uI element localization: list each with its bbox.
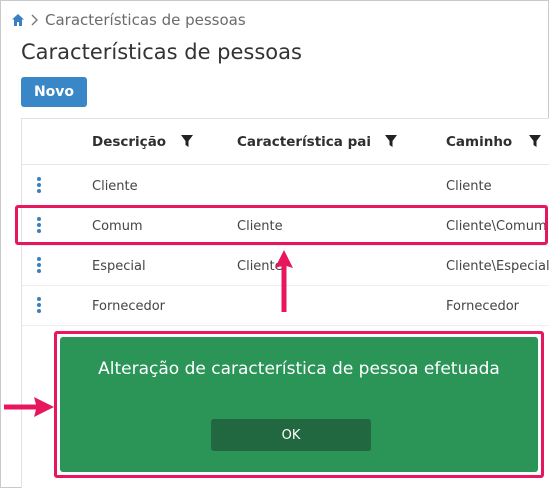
- column-header-caracteristica-pai[interactable]: Característica pai: [237, 119, 371, 165]
- cell-descricao: Cliente: [92, 178, 138, 194]
- success-toast: Alteração de característica de pessoa ef…: [60, 337, 538, 472]
- grid-header: Descrição Característica pai Caminho: [22, 119, 549, 165]
- chevron-right-icon: [31, 14, 38, 26]
- home-icon[interactable]: [11, 13, 25, 27]
- new-button[interactable]: Novo: [21, 77, 87, 107]
- ok-button[interactable]: OK: [211, 419, 371, 451]
- column-header-descricao[interactable]: Descrição: [92, 119, 166, 165]
- cell-descricao: Especial: [92, 258, 146, 274]
- cell-caminho: Cliente\Especial: [446, 258, 549, 274]
- arrow-up-annotation: [275, 250, 293, 312]
- breadcrumb: Características de pessoas: [11, 10, 246, 30]
- cell-caminho: Cliente: [446, 178, 492, 194]
- breadcrumb-current[interactable]: Características de pessoas: [45, 11, 246, 29]
- row-menu-icon[interactable]: [36, 177, 42, 195]
- row-menu-icon[interactable]: [36, 257, 42, 275]
- toast-message: Alteração de característica de pessoa ef…: [98, 359, 500, 379]
- page-title: Características de pessoas: [21, 40, 302, 64]
- filter-icon[interactable]: [384, 134, 398, 148]
- filter-icon[interactable]: [180, 134, 194, 148]
- row-highlight-annotation: [15, 205, 548, 245]
- arrow-right-annotation: [4, 397, 54, 417]
- table-row[interactable]: Cliente Cliente: [22, 166, 549, 206]
- column-header-caminho[interactable]: Caminho: [446, 119, 512, 165]
- filter-icon[interactable]: [528, 134, 542, 148]
- cell-descricao: Fornecedor: [92, 298, 166, 314]
- cell-caminho: Fornecedor: [446, 298, 520, 314]
- row-menu-icon[interactable]: [36, 297, 42, 315]
